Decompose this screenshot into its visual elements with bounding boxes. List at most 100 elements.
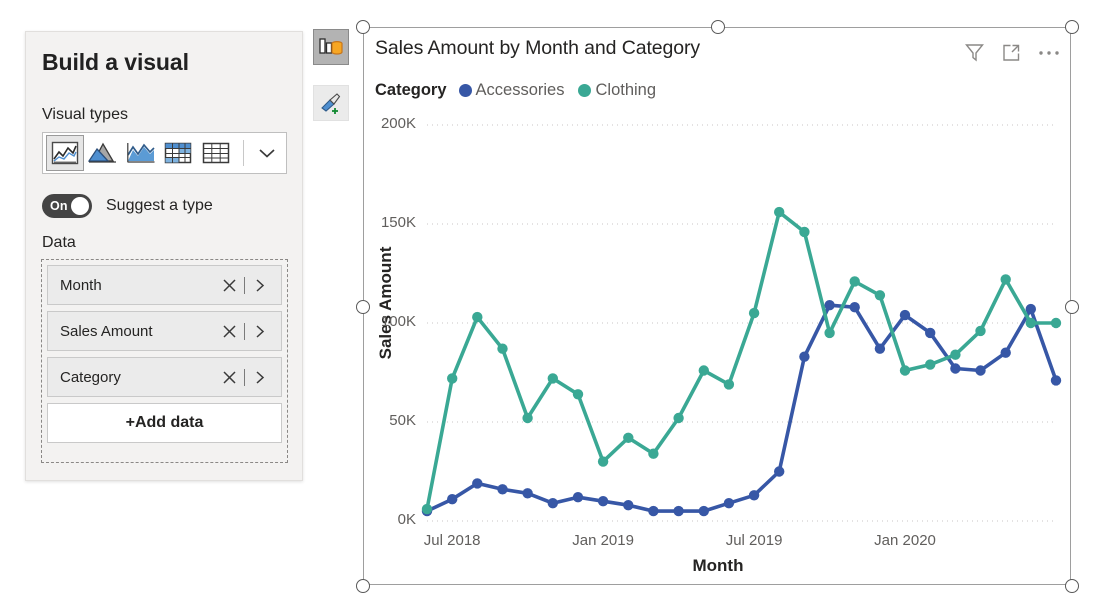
x-axis-tick-label: Jul 2018 [423, 532, 481, 549]
x-axis-title: Month [692, 556, 744, 575]
data-point[interactable] [497, 343, 508, 354]
visual-type-matrix[interactable] [159, 135, 197, 171]
visual-type-area-chart[interactable] [84, 135, 122, 171]
data-point[interactable] [774, 206, 785, 218]
resize-handle-middle-left[interactable] [356, 300, 370, 314]
pill-divider [244, 322, 245, 340]
visual-type-line-area-chart[interactable] [122, 135, 160, 171]
resize-handle-top-left[interactable] [356, 20, 370, 34]
resize-handle-bottom-left[interactable] [356, 579, 370, 593]
format-visual-rail-button[interactable] [313, 85, 349, 121]
data-point[interactable] [522, 412, 533, 424]
data-point[interactable] [1050, 317, 1062, 329]
toggle-knob [71, 197, 89, 215]
y-axis-tick-label: 0K [397, 511, 416, 528]
data-point[interactable] [673, 412, 684, 424]
data-point[interactable] [824, 327, 835, 339]
data-point[interactable] [472, 478, 483, 489]
series-line-accessories [425, 303, 1058, 513]
data-point[interactable] [874, 290, 886, 301]
close-icon[interactable] [218, 274, 240, 296]
data-field-month[interactable]: Month [47, 265, 282, 305]
visual-type-table[interactable] [197, 135, 235, 171]
data-point[interactable] [1000, 274, 1011, 285]
data-point[interactable] [623, 432, 634, 443]
build-visual-rail-button[interactable] [313, 29, 349, 65]
data-field-category[interactable]: Category [47, 357, 282, 397]
data-point[interactable] [925, 359, 936, 370]
data-point[interactable] [975, 325, 986, 337]
data-point[interactable] [648, 505, 659, 517]
data-point[interactable] [522, 488, 533, 499]
data-point[interactable] [723, 379, 735, 390]
chevron-down-icon [258, 149, 275, 158]
data-point[interactable] [849, 276, 860, 287]
data-point[interactable] [547, 498, 558, 509]
data-point[interactable] [572, 389, 584, 400]
data-point[interactable] [1025, 317, 1036, 329]
data-point[interactable] [648, 448, 659, 459]
data-point[interactable] [748, 490, 760, 501]
data-point[interactable] [447, 373, 458, 384]
data-point[interactable] [774, 466, 785, 477]
data-point[interactable] [950, 363, 961, 374]
data-point[interactable] [673, 505, 684, 517]
table-icon [202, 142, 230, 164]
visual-type-line-chart[interactable] [46, 135, 84, 171]
data-point[interactable] [623, 500, 634, 511]
resize-handle-bottom-right[interactable] [1065, 579, 1079, 593]
series-line-clothing [425, 210, 1058, 511]
data-point[interactable] [472, 311, 483, 323]
data-point[interactable] [1000, 347, 1011, 358]
area-chart-icon [87, 142, 116, 163]
data-point[interactable] [723, 498, 735, 509]
chevron-right-icon[interactable] [249, 274, 271, 296]
data-point[interactable] [874, 343, 886, 354]
resize-handle-top-center[interactable] [711, 20, 725, 34]
data-point[interactable] [698, 365, 709, 376]
matrix-icon [165, 142, 192, 164]
data-point[interactable] [572, 492, 584, 503]
data-point[interactable] [497, 484, 508, 495]
data-point[interactable] [824, 300, 835, 311]
field-label: Category [60, 368, 121, 386]
data-point[interactable] [1025, 303, 1036, 315]
data-point[interactable] [925, 327, 936, 339]
data-fields-well: Month Sales Amount Category +Add data [41, 259, 288, 463]
suggest-a-type-toggle[interactable]: On [42, 194, 92, 218]
resize-handle-top-right[interactable] [1065, 20, 1079, 34]
data-point[interactable] [899, 365, 911, 376]
more-visual-types-button[interactable] [250, 136, 283, 170]
data-field-sales-amount[interactable]: Sales Amount [47, 311, 282, 351]
resize-handle-middle-right[interactable] [1065, 300, 1079, 314]
visual-container[interactable]: Sales Amount by Month and Category Categ… [356, 20, 1079, 593]
data-point[interactable] [975, 365, 986, 376]
close-icon[interactable] [218, 320, 240, 342]
suggest-a-type-row: On Suggest a type [42, 194, 213, 218]
data-point[interactable] [597, 496, 609, 507]
power-bi-visual-editor: Build a visual Visual types On Suggest a… [0, 0, 1096, 611]
data-point[interactable] [799, 351, 810, 362]
add-data-button[interactable]: +Add data [47, 403, 282, 443]
data-point[interactable] [899, 309, 911, 321]
pill-divider [244, 276, 245, 294]
data-point[interactable] [698, 505, 709, 517]
data-point[interactable] [447, 494, 458, 505]
data-point[interactable] [1050, 375, 1062, 386]
close-icon[interactable] [218, 366, 240, 388]
y-axis-tick-label: 50K [389, 412, 416, 429]
data-point[interactable] [799, 226, 810, 238]
chevron-right-icon[interactable] [249, 320, 271, 342]
data-point[interactable] [597, 456, 609, 467]
visual-types-strip [42, 132, 287, 174]
pill-divider [244, 368, 245, 386]
data-point[interactable] [547, 373, 558, 384]
data-point[interactable] [950, 349, 961, 360]
data-point[interactable] [421, 503, 433, 515]
field-label: Sales Amount [60, 322, 153, 340]
chevron-right-icon[interactable] [249, 366, 271, 388]
data-point[interactable] [748, 307, 760, 319]
visual-types-label: Visual types [42, 106, 128, 123]
data-point[interactable] [849, 302, 860, 313]
field-label: Month [60, 276, 102, 294]
